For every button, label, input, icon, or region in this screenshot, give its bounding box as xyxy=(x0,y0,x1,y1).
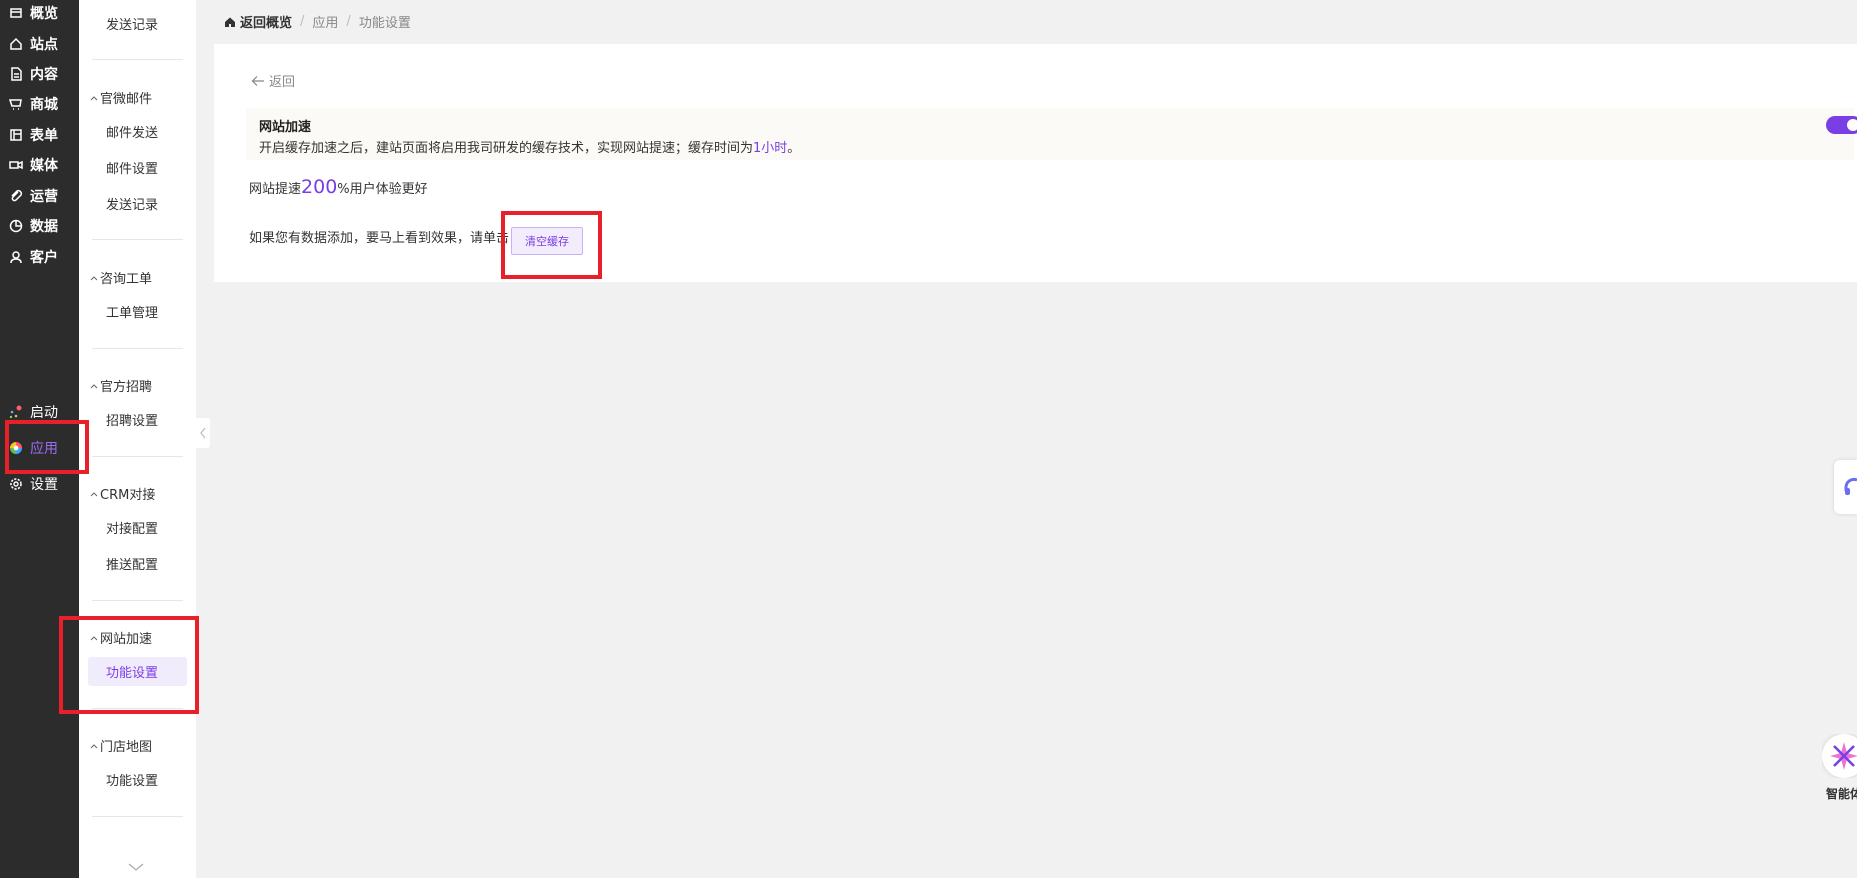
nav-item-customer[interactable]: 客户 xyxy=(0,242,79,272)
breadcrumb-current: 功能设置 xyxy=(358,16,411,31)
paperclip-icon xyxy=(11,189,23,202)
nav-item-data[interactable]: 数据 xyxy=(0,211,79,241)
nav-item-overview[interactable]: 概览 xyxy=(0,0,79,28)
highlight-box-clear-cache xyxy=(501,211,602,279)
breadcrumb: 返回概览 / 应用 / 功能设置 xyxy=(224,12,411,31)
floating-support[interactable] xyxy=(1834,460,1857,514)
submenu-divider xyxy=(92,456,183,457)
home-icon xyxy=(10,37,22,50)
form-icon xyxy=(10,129,22,141)
nav-item-operation[interactable]: 运营 xyxy=(0,181,79,211)
submenu-item-crm-push[interactable]: 推送配置 xyxy=(106,554,196,573)
nav-item-content[interactable]: 内容 xyxy=(0,59,79,89)
nav-item-mall[interactable]: 商城 xyxy=(0,89,79,119)
submenu-divider xyxy=(92,600,183,601)
chevron-left-icon xyxy=(200,427,206,439)
breadcrumb-separator: / xyxy=(300,14,305,29)
video-icon xyxy=(9,160,23,170)
overview-icon xyxy=(10,8,22,18)
launch-icon xyxy=(9,405,22,419)
highlight-box-apps xyxy=(5,420,89,474)
gear-icon xyxy=(10,478,22,490)
clear-cache-hint: 如果您有数据添加，要马上看到效果，请单击 xyxy=(249,231,510,246)
chevron-up-icon xyxy=(90,491,98,496)
submenu-divider xyxy=(92,59,183,60)
speed-notice: 网站加速 开启缓存加速之后，建站页面将启用我司研发的缓存技术，实现网站提速；缓存… xyxy=(246,108,1857,160)
chevron-up-icon xyxy=(90,743,98,748)
breadcrumb-home[interactable]: 返回概览 xyxy=(224,12,292,31)
chevron-down-icon[interactable] xyxy=(128,862,144,872)
ai-star-icon xyxy=(1830,742,1857,770)
ai-assistant-button[interactable] xyxy=(1822,734,1857,778)
chevron-up-icon xyxy=(90,95,98,100)
arrow-left-icon xyxy=(251,75,264,86)
submenu-group-ticket[interactable]: 咨询工单 xyxy=(90,268,152,287)
submenu-item-mail-send[interactable]: 邮件发送 xyxy=(106,122,196,141)
secondary-menu: 发送记录 官微邮件 邮件发送 邮件设置 发送记录 咨询工单 工单管理 官方招聘 … xyxy=(79,0,196,878)
back-link[interactable]: 返回 xyxy=(251,71,295,90)
chevron-up-icon xyxy=(90,275,98,280)
submenu-group-store-map[interactable]: 门店地图 xyxy=(90,736,152,755)
nav-item-form[interactable]: 表单 xyxy=(0,120,79,150)
settings-card: 返回 网站加速 开启缓存加速之后，建站页面将启用我司研发的缓存技术，实现网站提速… xyxy=(214,44,1857,282)
ai-assistant-label: 智能体 xyxy=(1826,787,1857,801)
submenu-group-crm[interactable]: CRM对接 xyxy=(90,484,155,503)
submenu-item-recruit-settings[interactable]: 招聘设置 xyxy=(106,410,196,429)
cart-icon xyxy=(9,99,22,110)
submenu-item-send-log[interactable]: 发送记录 xyxy=(106,194,196,213)
speed-stat: 网站提速 200 %用户体验更好 xyxy=(249,176,428,198)
user-icon xyxy=(10,251,22,264)
submenu-item-send-log-top[interactable]: 发送记录 xyxy=(106,14,196,33)
submenu-group-mail[interactable]: 官微邮件 xyxy=(90,88,152,107)
submenu-group-recruit[interactable]: 官方招聘 xyxy=(90,376,152,395)
submenu-divider xyxy=(92,239,183,240)
highlight-box-speed-menu xyxy=(59,616,199,714)
document-icon xyxy=(11,67,22,81)
breadcrumb-separator: / xyxy=(346,14,351,29)
notice-title: 网站加速 xyxy=(259,120,312,135)
pie-chart-icon xyxy=(9,219,23,233)
nav-item-media[interactable]: 媒体 xyxy=(0,150,79,180)
speed-toggle[interactable] xyxy=(1826,116,1857,134)
nav-item-site[interactable]: 站点 xyxy=(0,29,79,59)
headset-icon xyxy=(1844,477,1857,495)
submenu-divider xyxy=(92,348,183,349)
home-icon xyxy=(225,17,235,27)
chevron-up-icon xyxy=(90,383,98,388)
notice-description: 开启缓存加速之后，建站页面将启用我司研发的缓存技术，实现网站提速；缓存时间为1小… xyxy=(259,141,801,156)
submenu-item-map-settings[interactable]: 功能设置 xyxy=(106,770,196,789)
breadcrumb-apps[interactable]: 应用 xyxy=(312,12,338,31)
submenu-item-crm-config[interactable]: 对接配置 xyxy=(106,518,196,537)
submenu-divider xyxy=(92,816,183,817)
collapse-menu-toggle[interactable] xyxy=(196,418,210,448)
submenu-item-ticket-manage[interactable]: 工单管理 xyxy=(106,302,196,321)
submenu-item-mail-settings[interactable]: 邮件设置 xyxy=(106,158,196,177)
